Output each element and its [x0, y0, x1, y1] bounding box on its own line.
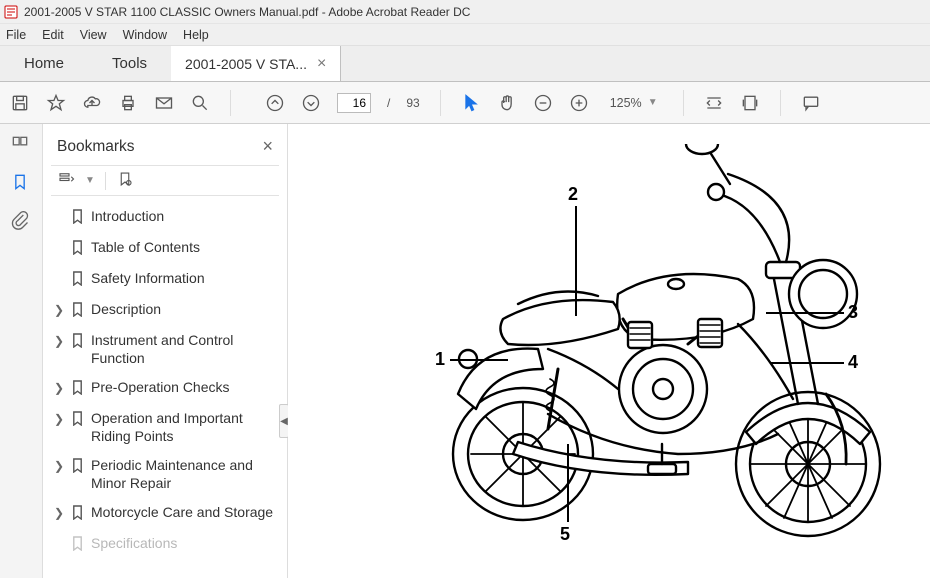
toolbar-separator [683, 90, 684, 116]
menubar: File Edit View Window Help [0, 24, 930, 46]
callout-2: 2 [568, 184, 578, 205]
motorcycle-diagram [408, 144, 898, 564]
zoom-value: 125% [610, 96, 642, 110]
expand-icon[interactable]: ❯ [53, 457, 65, 473]
menu-edit[interactable]: Edit [42, 28, 64, 42]
leader-line [766, 312, 844, 314]
bookmarks-title: Bookmarks [57, 138, 135, 156]
leader-line [575, 206, 577, 316]
thumbnails-icon[interactable] [10, 134, 32, 156]
callout-4: 4 [848, 352, 858, 373]
bookmark-ribbon-icon[interactable] [10, 172, 32, 194]
page-down-icon[interactable] [301, 93, 321, 113]
bookmark-icon [71, 535, 85, 554]
close-icon[interactable]: × [262, 136, 273, 157]
callout-5: 5 [560, 524, 570, 545]
toolbar-separator [440, 90, 441, 116]
fit-width-icon[interactable] [704, 93, 724, 113]
bookmark-icon [71, 504, 85, 523]
star-icon[interactable] [46, 93, 66, 113]
bookmark-icon [71, 208, 85, 227]
bookmark-icon [71, 379, 85, 398]
document-viewport[interactable]: 2 1 3 4 5 [288, 124, 930, 578]
bookmark-icon [71, 410, 85, 429]
bookmark-item[interactable]: Specifications [51, 529, 279, 560]
callout-3: 3 [848, 302, 858, 323]
pdf-file-icon [4, 5, 18, 19]
zoom-out-icon[interactable] [533, 93, 553, 113]
workspace: Bookmarks × ▼ Introduction Table of Cont… [0, 124, 930, 578]
bookmark-item[interactable]: ❯Periodic Maintenance and Minor Repair [51, 451, 279, 498]
bookmark-icon [71, 270, 85, 289]
bookmark-item[interactable]: ❯Motorcycle Care and Storage [51, 498, 279, 529]
leader-line [770, 362, 844, 364]
bookmark-item[interactable]: Table of Contents [51, 233, 279, 264]
tab-document-label: 2001-2005 V STA... [185, 56, 307, 72]
leader-line [450, 359, 508, 361]
tabs-strip: Home Tools 2001-2005 V STA... × [0, 46, 930, 82]
bookmarks-list: Introduction Table of Contents Safety In… [51, 202, 279, 560]
page-up-icon[interactable] [265, 93, 285, 113]
tab-home[interactable]: Home [0, 46, 88, 81]
bookmark-icon [71, 239, 85, 258]
page-content: 2 1 3 4 5 [288, 124, 930, 578]
nav-rail [0, 124, 43, 578]
print-icon[interactable] [118, 93, 138, 113]
chevron-down-icon[interactable]: ▼ [85, 175, 95, 186]
find-bookmark-icon[interactable] [116, 170, 134, 191]
bookmark-item[interactable]: Introduction [51, 202, 279, 233]
callout-1: 1 [435, 349, 445, 370]
mail-icon[interactable] [154, 93, 174, 113]
comment-icon[interactable] [801, 93, 821, 113]
zoom-level[interactable]: 125% ▼ [605, 93, 663, 113]
tab-tools[interactable]: Tools [88, 46, 171, 81]
page-number-input[interactable] [337, 93, 371, 113]
menu-help[interactable]: Help [183, 28, 209, 42]
expand-icon[interactable]: ❯ [53, 332, 65, 348]
fit-page-icon[interactable] [740, 93, 760, 113]
tab-document[interactable]: 2001-2005 V STA... × [171, 46, 341, 81]
cloud-upload-icon[interactable] [82, 93, 102, 113]
search-icon[interactable] [190, 93, 210, 113]
close-icon[interactable]: × [317, 55, 326, 73]
bookmarks-sidebar: Bookmarks × ▼ Introduction Table of Cont… [43, 124, 288, 578]
options-icon[interactable] [57, 170, 75, 191]
leader-line [567, 444, 569, 522]
expand-icon[interactable]: ❯ [53, 301, 65, 317]
toolbar: / 93 125% ▼ [0, 82, 930, 124]
page-separator: / [387, 96, 390, 110]
bookmark-item[interactable]: ❯Operation and Important Riding Points [51, 404, 279, 451]
expand-icon[interactable]: ❯ [53, 379, 65, 395]
bookmark-item[interactable]: Safety Information [51, 264, 279, 295]
toolbar-separator [230, 90, 231, 116]
bookmark-item[interactable]: ❯Pre-Operation Checks [51, 373, 279, 404]
save-icon[interactable] [10, 93, 30, 113]
toolbar-separator [780, 90, 781, 116]
bookmark-item[interactable]: ❯Instrument and Control Function [51, 326, 279, 373]
expand-icon[interactable]: ❯ [53, 410, 65, 426]
selection-cursor-icon[interactable] [461, 93, 481, 113]
menu-window[interactable]: Window [123, 28, 167, 42]
window-titlebar: 2001-2005 V STAR 1100 CLASSIC Owners Man… [0, 0, 930, 24]
bookmark-icon [71, 457, 85, 476]
bookmark-item[interactable]: ❯Description [51, 295, 279, 326]
bookmark-icon [71, 301, 85, 320]
hand-icon[interactable] [497, 93, 517, 113]
toolbar-separator [105, 172, 106, 190]
window-title: 2001-2005 V STAR 1100 CLASSIC Owners Man… [24, 5, 470, 19]
page-total: 93 [406, 96, 419, 110]
attachment-icon[interactable] [10, 210, 32, 232]
zoom-in-icon[interactable] [569, 93, 589, 113]
menu-view[interactable]: View [80, 28, 107, 42]
expand-icon[interactable]: ❯ [53, 504, 65, 520]
chevron-down-icon: ▼ [648, 97, 658, 108]
menu-file[interactable]: File [6, 28, 26, 42]
bookmarks-toolbar: ▼ [51, 165, 279, 196]
bookmark-icon [71, 332, 85, 351]
